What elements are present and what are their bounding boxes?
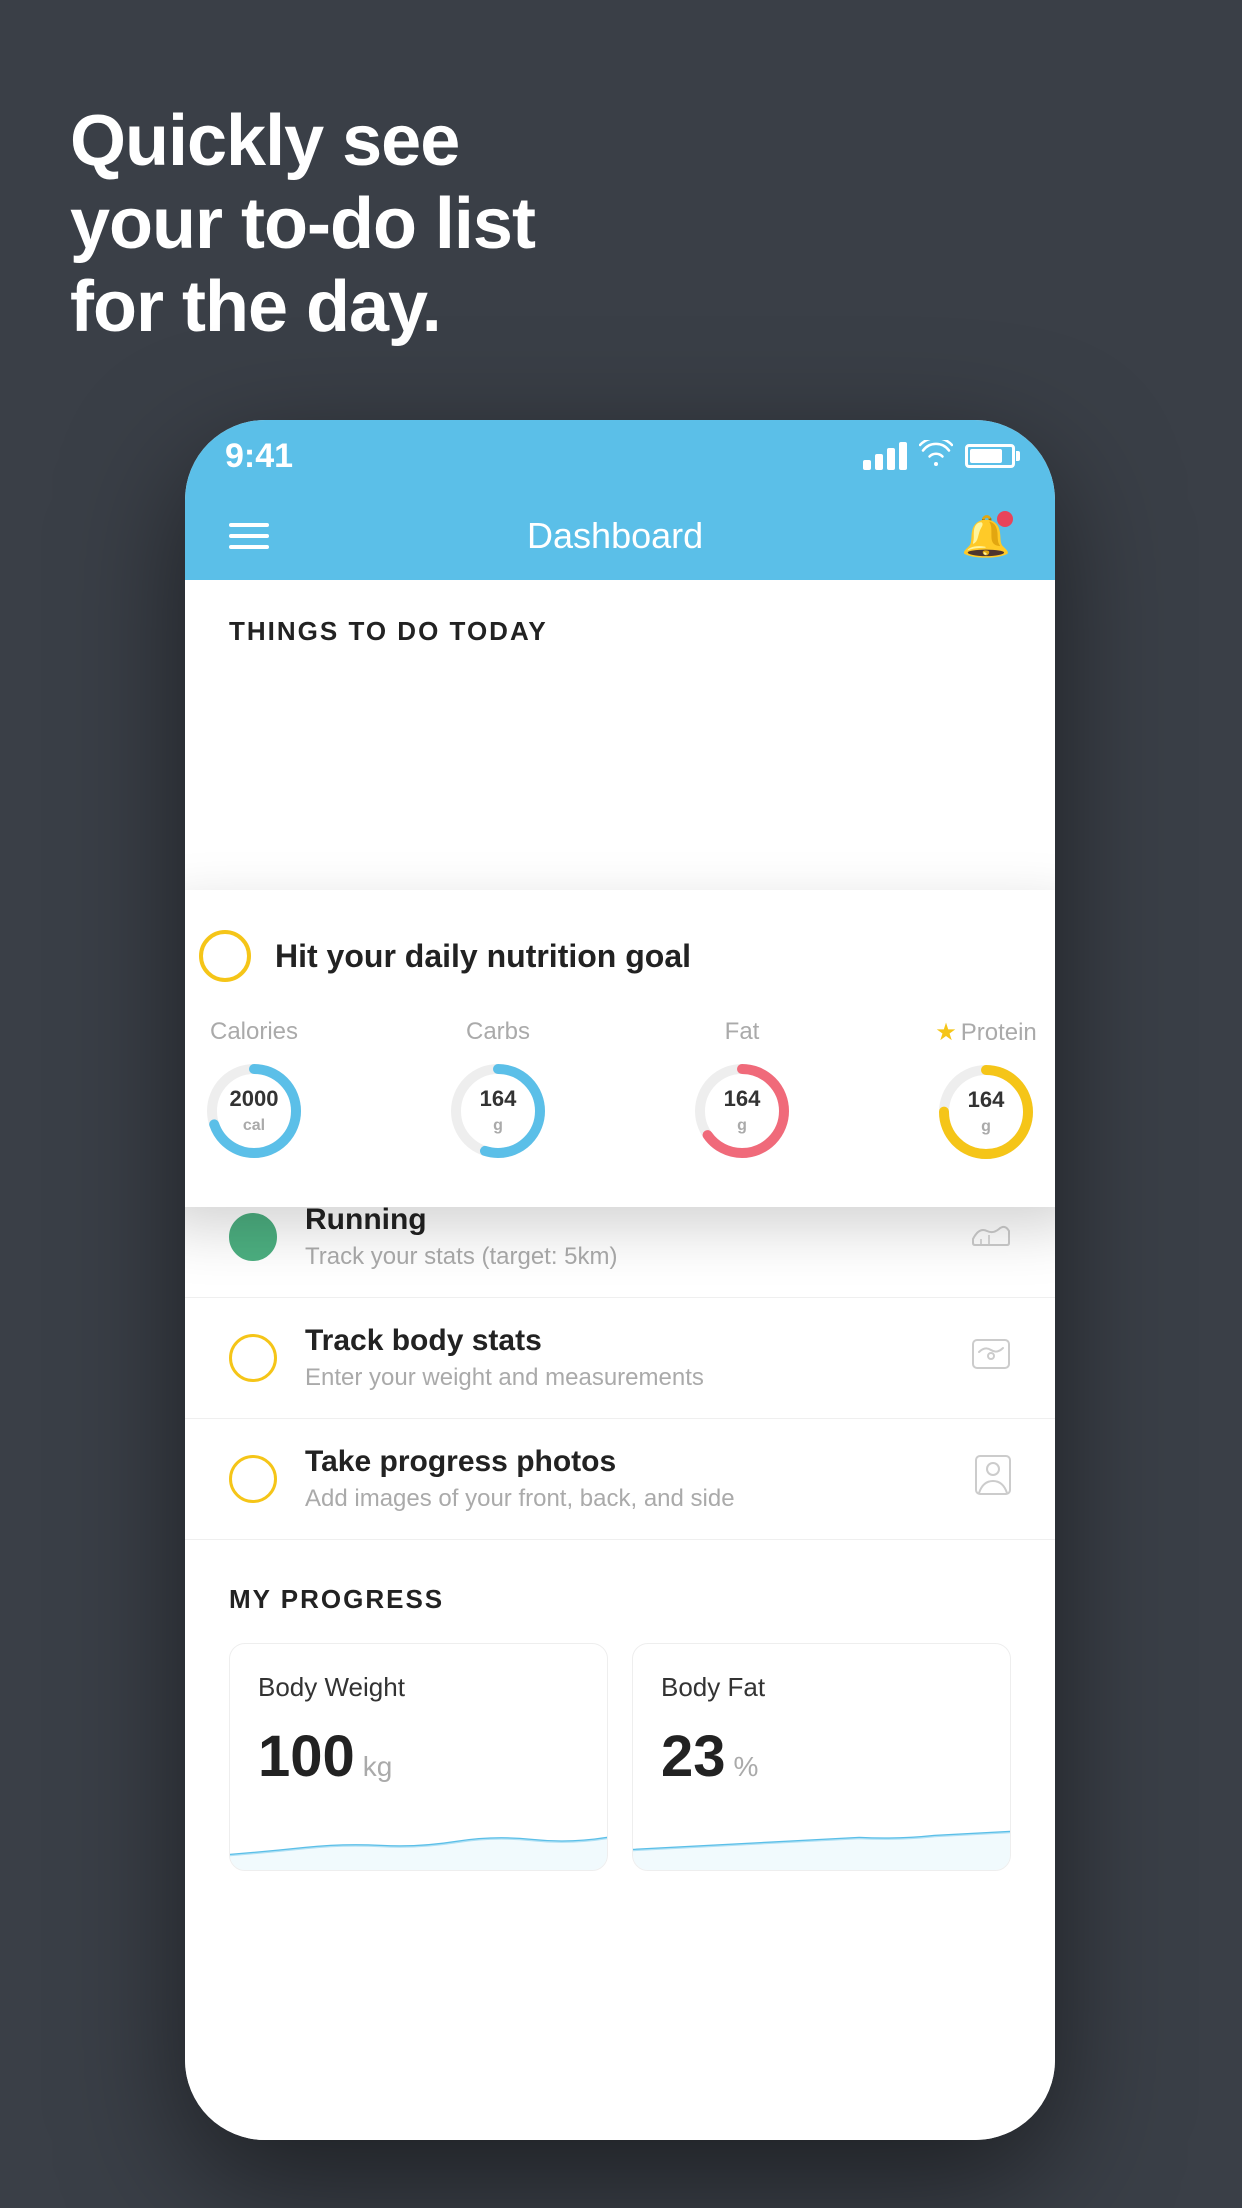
calories-value: 2000cal: [230, 1087, 279, 1135]
nutrition-grid: Calories 2000cal Carbs: [199, 1018, 1041, 1167]
nutrition-circle: [199, 930, 251, 982]
wifi-icon: [919, 440, 953, 473]
body-stats-text: Track body stats Enter your weight and m…: [305, 1324, 971, 1392]
progress-photos-text: Take progress photos Add images of your …: [305, 1445, 975, 1513]
running-subtitle: Track your stats (target: 5km): [305, 1243, 971, 1271]
progress-photos-circle: [229, 1455, 277, 1503]
running-title: Running: [305, 1203, 971, 1237]
signal-bars-icon: [863, 442, 907, 470]
things-to-do-header: THINGS TO DO TODAY: [185, 580, 1055, 667]
nutrition-card: Hit your daily nutrition goal Calories 2…: [185, 890, 1055, 1207]
todo-list: Running Track your stats (target: 5km) T…: [185, 1177, 1055, 1540]
star-icon: ★: [935, 1018, 957, 1047]
nutrition-card-title: Hit your daily nutrition goal: [275, 938, 691, 975]
todo-item-body-stats[interactable]: Track body stats Enter your weight and m…: [185, 1298, 1055, 1419]
battery-icon: [965, 444, 1015, 468]
body-weight-card[interactable]: Body Weight 100 kg: [229, 1643, 608, 1871]
headline-line1: Quickly see: [70, 100, 535, 183]
body-fat-card[interactable]: Body Fat 23 %: [632, 1643, 1011, 1871]
body-weight-unit: kg: [363, 1751, 393, 1783]
running-text: Running Track your stats (target: 5km): [305, 1203, 971, 1271]
todo-item-progress-photos[interactable]: Take progress photos Add images of your …: [185, 1419, 1055, 1540]
fat-value: 164g: [724, 1087, 761, 1135]
nutrition-fat: Fat 164g: [687, 1018, 797, 1167]
nutrition-carbs: Carbs 164g: [443, 1018, 553, 1167]
body-weight-label: Body Weight: [258, 1672, 579, 1703]
running-circle: [229, 1213, 277, 1261]
bell-notification-dot: [997, 511, 1013, 527]
body-fat-unit: %: [734, 1751, 759, 1783]
status-icons: [863, 440, 1015, 473]
nav-bar: Dashboard 🔔: [185, 492, 1055, 580]
fat-label: Fat: [725, 1018, 760, 1046]
shoe-icon: [971, 1216, 1011, 1258]
headline-line2: your to-do list: [70, 183, 535, 266]
scale-icon: [971, 1336, 1011, 1381]
body-stats-subtitle: Enter your weight and measurements: [305, 1364, 971, 1392]
carbs-donut: 164g: [443, 1056, 553, 1166]
protein-label: Protein: [961, 1019, 1037, 1047]
progress-section: MY PROGRESS Body Weight 100 kg: [185, 1540, 1055, 1901]
progress-photos-title: Take progress photos: [305, 1445, 975, 1479]
progress-photos-subtitle: Add images of your front, back, and side: [305, 1485, 975, 1513]
body-weight-value: 100: [258, 1723, 355, 1790]
progress-cards: Body Weight 100 kg Body Fat: [229, 1643, 1011, 1871]
body-stats-title: Track body stats: [305, 1324, 971, 1358]
status-time: 9:41: [225, 437, 293, 476]
body-weight-value-row: 100 kg: [258, 1723, 579, 1790]
calories-label: Calories: [210, 1018, 298, 1046]
nutrition-calories: Calories 2000cal: [199, 1018, 309, 1167]
carbs-value: 164g: [480, 1087, 517, 1135]
status-bar: 9:41: [185, 420, 1055, 492]
nutrition-protein: ★ Protein 164g: [931, 1018, 1041, 1167]
protein-donut: 164g: [931, 1057, 1041, 1167]
progress-header: MY PROGRESS: [229, 1584, 1011, 1615]
person-icon: [975, 1455, 1011, 1504]
headline-line3: for the day.: [70, 266, 535, 349]
body-fat-label: Body Fat: [661, 1672, 982, 1703]
body-fat-value-row: 23 %: [661, 1723, 982, 1790]
headline: Quickly see your to-do list for the day.: [70, 100, 535, 348]
body-fat-chart: [633, 1810, 1010, 1870]
protein-label-row: ★ Protein: [935, 1018, 1037, 1047]
calories-donut: 2000cal: [199, 1056, 309, 1166]
nutrition-card-header: Hit your daily nutrition goal: [199, 930, 1041, 982]
carbs-label: Carbs: [466, 1018, 530, 1046]
body-stats-circle: [229, 1334, 277, 1382]
hamburger-menu[interactable]: [229, 523, 269, 549]
bell-icon[interactable]: 🔔: [961, 513, 1011, 560]
fat-donut: 164g: [687, 1056, 797, 1166]
protein-value: 164g: [968, 1088, 1005, 1136]
phone-frame: 9:41: [185, 420, 1055, 2140]
body-weight-chart: [230, 1810, 607, 1870]
nav-title: Dashboard: [527, 515, 703, 557]
body-fat-value: 23: [661, 1723, 726, 1790]
content-area: THINGS TO DO TODAY Hit your daily nutrit…: [185, 580, 1055, 2140]
